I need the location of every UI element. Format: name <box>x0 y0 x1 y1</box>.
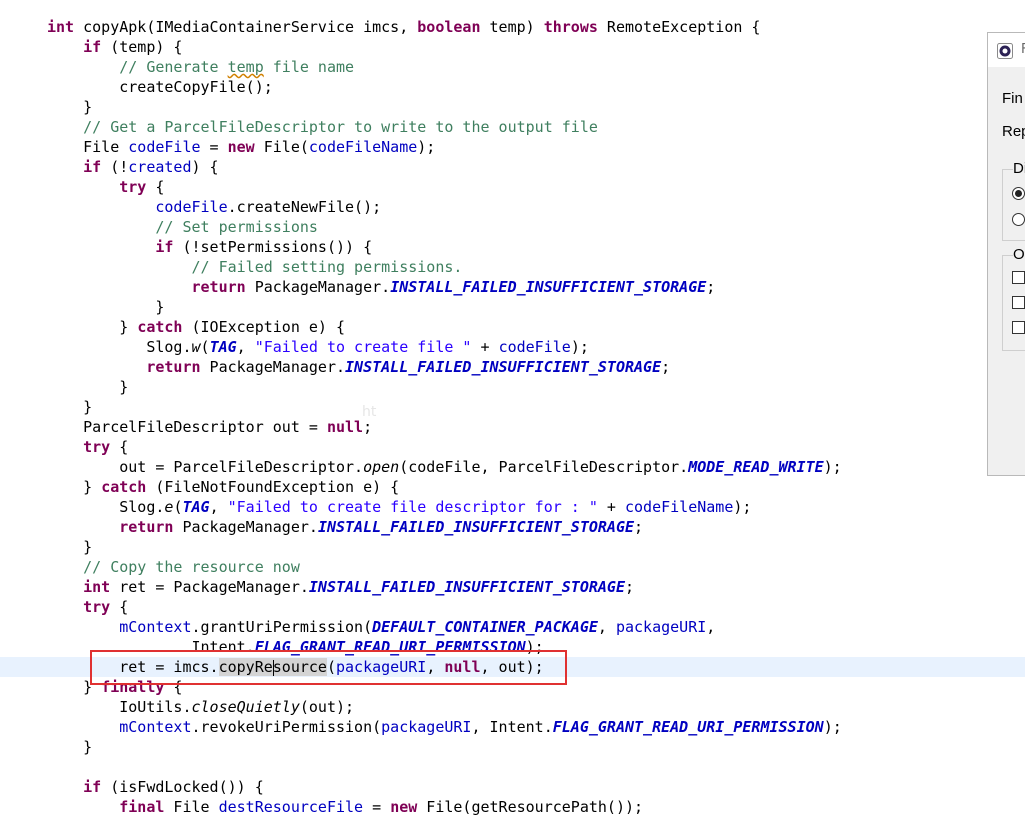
code-line[interactable]: return PackageManager.INSTALL_FAILED_INS… <box>0 517 1025 537</box>
code-line[interactable]: } catch (FileNotFoundException e) { <box>0 477 1025 497</box>
code-line[interactable]: Slog.w(TAG, "Failed to create file " + c… <box>0 337 1025 357</box>
direction-forward-radio[interactable] <box>1012 187 1025 200</box>
code-line[interactable]: codeFile.createNewFile(); <box>0 197 1025 217</box>
code-line[interactable]: if (isFwdLocked()) { <box>0 777 1025 797</box>
code-line[interactable]: mContext.revokeUriPermission(packageURI,… <box>0 717 1025 737</box>
code-line[interactable]: if (!created) { <box>0 157 1025 177</box>
code-line[interactable]: try { <box>0 177 1025 197</box>
code-line[interactable]: return PackageManager.INSTALL_FAILED_INS… <box>0 357 1025 377</box>
code-line[interactable]: try { <box>0 437 1025 457</box>
code-editor[interactable]: int copyApk(IMediaContainerService imcs,… <box>0 0 1025 816</box>
option-checkbox-3[interactable] <box>1012 321 1025 334</box>
option-checkbox-1[interactable] <box>1012 271 1025 284</box>
code-line[interactable]: createCopyFile(); <box>0 77 1025 97</box>
find-label: Fin <box>1002 90 1023 107</box>
replace-label: Rep <box>1002 123 1025 140</box>
code-line[interactable]: if (!setPermissions()) { <box>0 237 1025 257</box>
option-checkbox-2[interactable] <box>1012 296 1025 309</box>
eclipse-app-icon <box>997 43 1013 59</box>
code-line[interactable]: } <box>0 377 1025 397</box>
code-line[interactable]: mContext.grantUriPermission(DEFAULT_CONT… <box>0 617 1025 637</box>
code-line[interactable]: } <box>0 737 1025 757</box>
code-line[interactable]: out = ParcelFileDescriptor.open(codeFile… <box>0 457 1025 477</box>
code-line[interactable]: IoUtils.closeQuietly(out); <box>0 697 1025 717</box>
dialog-title: F <box>1021 42 1025 57</box>
code-line[interactable]: ParcelFileDescriptor out = null; <box>0 417 1025 437</box>
dialog-titlebar[interactable]: F <box>988 33 1025 67</box>
direction-backward-radio[interactable] <box>1012 213 1025 226</box>
code-line[interactable]: } <box>0 297 1025 317</box>
code-line[interactable]: // Set permissions <box>0 217 1025 237</box>
code-line[interactable]: int copyApk(IMediaContainerService imcs,… <box>0 17 1025 37</box>
code-line[interactable]: } catch (IOException e) { <box>0 317 1025 337</box>
code-line[interactable]: int ret = PackageManager.INSTALL_FAILED_… <box>0 577 1025 597</box>
code-line[interactable]: if (temp) { <box>0 37 1025 57</box>
direction-group: Di <box>1002 160 1025 241</box>
code-line[interactable]: // Failed setting permissions. <box>0 257 1025 277</box>
watermark: ht <box>362 404 377 420</box>
code-line[interactable]: File codeFile = new File(codeFileName); <box>0 137 1025 157</box>
code-line[interactable]: final File destResourceFile = new File(g… <box>0 797 1025 817</box>
code-line[interactable] <box>0 757 1025 777</box>
options-group-title: O <box>1013 246 1025 263</box>
code-line[interactable]: // Copy the resource now <box>0 557 1025 577</box>
code-line[interactable]: // Generate temp file name <box>0 57 1025 77</box>
direction-group-title: Di <box>1013 160 1025 177</box>
code-line[interactable]: try { <box>0 597 1025 617</box>
find-replace-dialog[interactable]: F Fin Rep Di O <box>987 32 1025 476</box>
code-line[interactable]: } <box>0 397 1025 417</box>
code-line[interactable]: Slog.e(TAG, "Failed to create file descr… <box>0 497 1025 517</box>
code-line[interactable]: // Get a ParcelFileDescriptor to write t… <box>0 117 1025 137</box>
annotation-highlight-box <box>90 650 567 685</box>
code-line[interactable]: return PackageManager.INSTALL_FAILED_INS… <box>0 277 1025 297</box>
code-line[interactable]: } <box>0 97 1025 117</box>
code-line[interactable]: } <box>0 537 1025 557</box>
